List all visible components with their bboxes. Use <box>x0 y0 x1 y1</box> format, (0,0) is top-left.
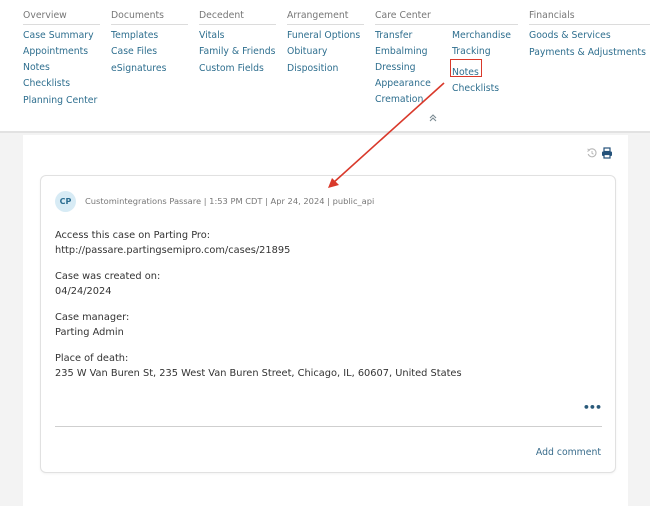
note-line: Place of death: <box>55 353 129 364</box>
nav-section-overview: Overview Case Summary Appointments Notes… <box>23 9 100 109</box>
highlight-box <box>450 59 482 77</box>
page-margin <box>636 135 650 506</box>
double-chevron-up-icon[interactable] <box>428 113 438 123</box>
nav-section-title: Documents <box>111 9 188 25</box>
case-url: http://passare.partingsemipro.com/cases/… <box>55 245 291 256</box>
nav-section-title: Overview <box>23 9 100 25</box>
nav-link-goods-services[interactable]: Goods & Services <box>529 28 650 44</box>
nav-section-title: Financials <box>529 9 650 25</box>
history-icon[interactable] <box>586 144 598 158</box>
avatar: CP <box>55 191 76 212</box>
nav-link-funeral-options[interactable]: Funeral Options <box>287 28 364 44</box>
case-manager: Parting Admin <box>55 327 124 338</box>
nav-link-appointments[interactable]: Appointments <box>23 44 100 60</box>
nav-link-family-friends[interactable]: Family & Friends <box>199 44 276 60</box>
note-body: Access this case on Parting Pro: http://… <box>55 228 605 392</box>
nav-link-custom-fields[interactable]: Custom Fields <box>199 61 276 77</box>
nav-link-planning-center[interactable]: Planning Center <box>23 93 100 109</box>
more-options-icon[interactable]: ••• <box>583 402 602 413</box>
created-date: 04/24/2024 <box>55 286 112 297</box>
nav-link-notes[interactable]: Notes <box>23 60 100 76</box>
note-paragraph: Case manager: Parting Admin <box>55 310 605 340</box>
nav-link-case-files[interactable]: Case Files <box>111 44 188 60</box>
note-line: Access this case on Parting Pro: <box>55 230 211 241</box>
nav-section-title: Arrangement <box>287 9 364 25</box>
nav-section-financials: Financials Goods & Services Payments & A… <box>529 9 650 61</box>
nav-link-tracking[interactable]: Tracking <box>452 44 511 60</box>
nav-link-payments-adjustments[interactable]: Payments & Adjustments <box>529 45 650 61</box>
nav-section-title: Care Center <box>375 9 518 25</box>
note-paragraph: Place of death: 235 W Van Buren St, 235 … <box>55 351 605 381</box>
note-line: Case manager: <box>55 312 130 323</box>
note-card: CP Customintegrations Passare | 1:53 PM … <box>40 175 616 473</box>
nav-section-care-center: Care Center Transfer Embalming Dressing … <box>375 9 518 109</box>
divider <box>55 426 602 427</box>
nav-section-title: Decedent <box>199 9 276 25</box>
notes-panel: CP Customintegrations Passare | 1:53 PM … <box>23 135 628 506</box>
nav-section-arrangement: Arrangement Funeral Options Obituary Dis… <box>287 9 364 77</box>
nav-link-case-summary[interactable]: Case Summary <box>23 28 100 44</box>
nav-link-obituary[interactable]: Obituary <box>287 44 364 60</box>
place-of-death: 235 W Van Buren St, 235 West Van Buren S… <box>55 368 462 379</box>
nav-link-vitals[interactable]: Vitals <box>199 28 276 44</box>
nav-link-merchandise[interactable]: Merchandise <box>452 28 511 44</box>
nav-section-decedent: Decedent Vitals Family & Friends Custom … <box>199 9 276 77</box>
note-line: Case was created on: <box>55 271 161 282</box>
nav-link-disposition[interactable]: Disposition <box>287 61 364 77</box>
nav-link-esignatures[interactable]: eSignatures <box>111 61 188 77</box>
nav-link-care-center-checklists[interactable]: Checklists <box>452 81 511 97</box>
print-icon[interactable] <box>601 144 613 159</box>
nav-link-checklists[interactable]: Checklists <box>23 76 100 92</box>
nav-link-templates[interactable]: Templates <box>111 28 188 44</box>
note-meta: Customintegrations Passare | 1:53 PM CDT… <box>85 196 375 206</box>
note-paragraph: Case was created on: 04/24/2024 <box>55 269 605 299</box>
case-navigation-menu: Overview Case Summary Appointments Notes… <box>0 0 650 133</box>
nav-section-documents: Documents Templates Case Files eSignatur… <box>111 9 188 77</box>
note-paragraph: Access this case on Parting Pro: http://… <box>55 228 605 258</box>
add-comment-link[interactable]: Add comment <box>536 447 601 458</box>
